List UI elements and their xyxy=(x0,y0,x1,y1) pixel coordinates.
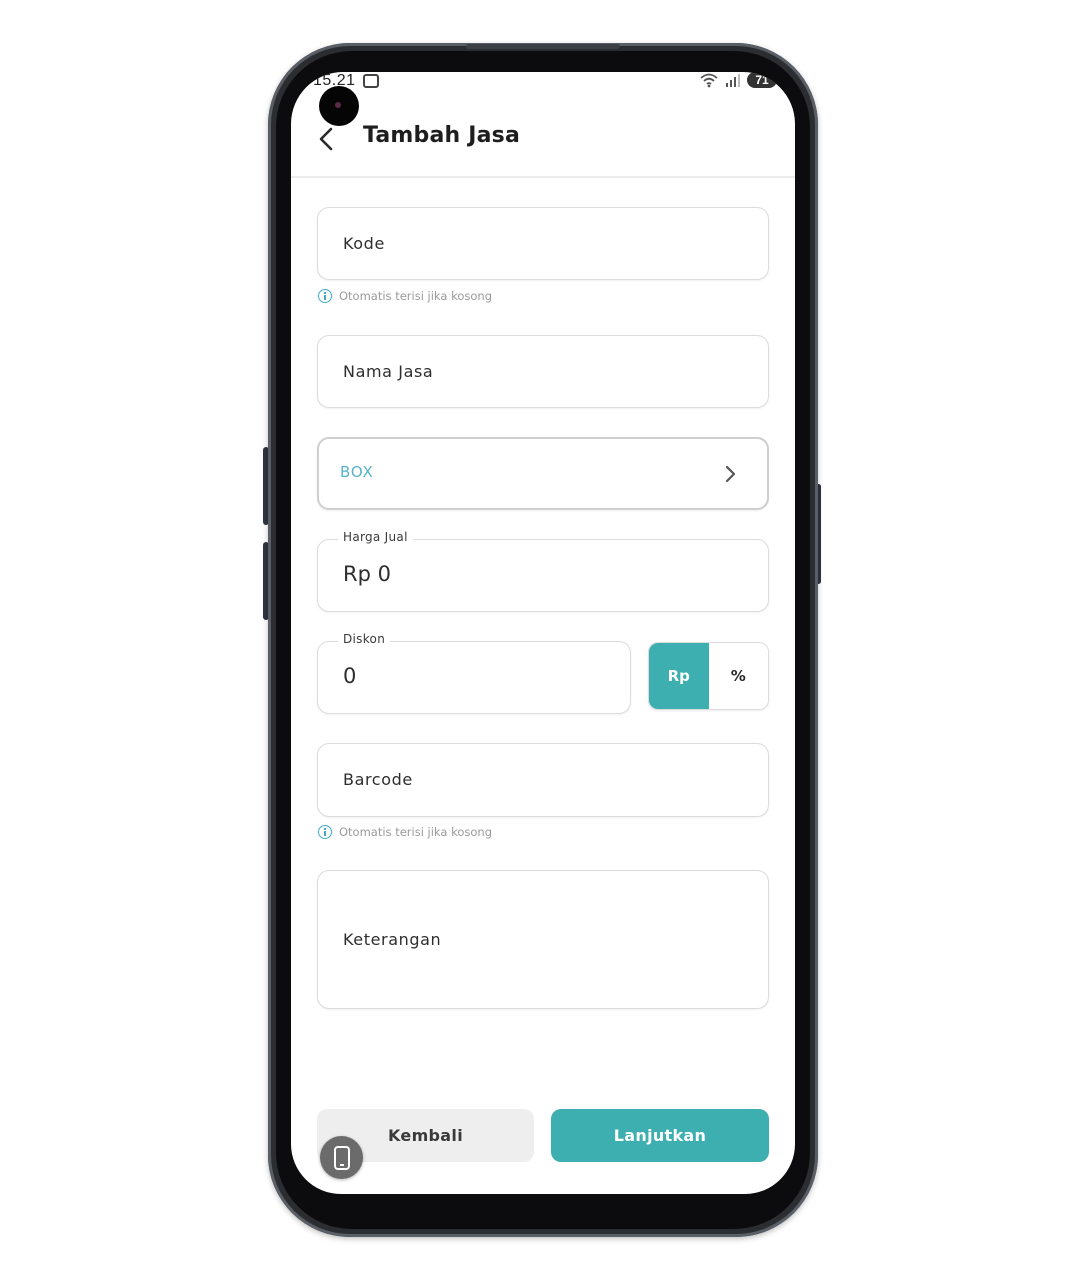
wifi-icon xyxy=(700,73,718,88)
front-camera xyxy=(319,86,359,126)
diskon-field[interactable]: Diskon 0 xyxy=(317,632,631,714)
category-value: BOX xyxy=(340,463,374,481)
nama-jasa-field[interactable]: Nama Jasa xyxy=(317,335,769,408)
harga-jual-field[interactable]: Harga Jual Rp 0 xyxy=(317,530,769,612)
header-divider xyxy=(291,176,795,178)
keterangan-field[interactable]: Keterangan xyxy=(317,870,769,1009)
chevron-right-icon xyxy=(725,465,736,483)
earpiece xyxy=(466,44,620,49)
battery-indicator: 71 xyxy=(747,72,777,88)
keterangan-placeholder: Keterangan xyxy=(343,930,442,949)
app-screen: 15.21 71 Tambah Jasa Kode Otomatis teris… xyxy=(291,72,795,1194)
kode-field[interactable]: Kode xyxy=(317,207,769,280)
floating-assist-button[interactable] xyxy=(320,1136,363,1179)
category-selector[interactable]: BOX xyxy=(317,437,769,510)
kode-hint: Otomatis terisi jika kosong xyxy=(318,289,492,303)
phone-icon xyxy=(333,1145,350,1170)
page-title: Tambah Jasa xyxy=(363,123,521,148)
chevron-left-icon[interactable] xyxy=(315,124,339,154)
info-icon xyxy=(318,825,332,839)
kode-hint-text: Otomatis terisi jika kosong xyxy=(339,289,492,303)
nama-jasa-placeholder: Nama Jasa xyxy=(343,362,434,381)
diskon-value: 0 xyxy=(343,664,357,688)
diskon-unit-percent[interactable]: % xyxy=(708,643,768,709)
harga-jual-value: Rp 0 xyxy=(343,562,391,586)
barcode-field[interactable]: Barcode xyxy=(317,743,769,817)
barcode-placeholder: Barcode xyxy=(343,770,413,789)
signal-icon xyxy=(726,74,740,87)
barcode-hint: Otomatis terisi jika kosong xyxy=(318,825,492,839)
harga-jual-label: Harga Jual xyxy=(338,530,413,544)
info-icon xyxy=(318,289,332,303)
diskon-label: Diskon xyxy=(338,632,391,646)
kode-placeholder: Kode xyxy=(343,234,385,253)
diskon-unit-toggle: Rp % xyxy=(648,642,769,710)
status-icons: 71 xyxy=(699,72,777,88)
diskon-unit-rp[interactable]: Rp xyxy=(649,643,709,709)
next-button[interactable]: Lanjutkan xyxy=(551,1109,769,1162)
barcode-hint-text: Otomatis terisi jika kosong xyxy=(339,825,492,839)
screenshot-icon xyxy=(363,74,379,88)
